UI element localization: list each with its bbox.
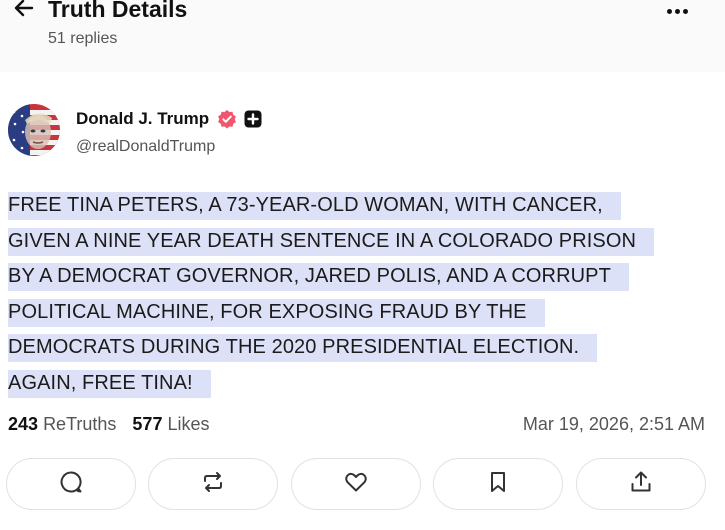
bookmark-icon bbox=[485, 469, 511, 500]
retruth-button[interactable] bbox=[148, 458, 278, 510]
plus-badge-icon bbox=[244, 110, 262, 128]
post-line: GIVEN A NINE YEAR DEATH SENTENCE IN A CO… bbox=[8, 224, 720, 260]
retruths-stat[interactable]: 243 ReTruths bbox=[8, 414, 116, 434]
bookmark-button[interactable] bbox=[433, 458, 563, 510]
share-upload-icon bbox=[628, 469, 654, 500]
author-name[interactable]: Donald J. Trump bbox=[76, 108, 209, 130]
post-text: FREE TINA PETERS, A 73-YEAR-OLD WOMAN, W… bbox=[8, 188, 720, 401]
reply-button[interactable] bbox=[6, 458, 136, 510]
post-line: POLITICAL MACHINE, FOR EXPOSING FRAUD BY… bbox=[8, 295, 720, 331]
heart-icon bbox=[343, 469, 369, 500]
retruths-count: 243 bbox=[8, 414, 39, 434]
author-handle[interactable]: @realDonaldTrump bbox=[76, 136, 215, 158]
engagement-stats: 243 ReTruths 577 Likes bbox=[8, 412, 210, 436]
post-line: FREE TINA PETERS, A 73-YEAR-OLD WOMAN, W… bbox=[8, 188, 720, 224]
reply-bubble-icon bbox=[58, 469, 84, 500]
likes-count: 577 bbox=[132, 414, 163, 434]
share-button[interactable] bbox=[576, 458, 706, 510]
post-timestamp: Mar 19, 2026, 2:51 AM bbox=[522, 414, 705, 434]
page-title: Truth Details bbox=[48, 0, 188, 22]
repost-icon bbox=[200, 469, 226, 500]
likes-label: Likes bbox=[167, 414, 210, 434]
like-button[interactable] bbox=[291, 458, 421, 510]
header-bar: Truth Details 51 replies bbox=[0, 0, 725, 72]
more-horizontal-icon[interactable] bbox=[660, 0, 694, 22]
avatar[interactable] bbox=[8, 104, 60, 156]
likes-stat[interactable]: 577 Likes bbox=[132, 414, 209, 434]
post-line: BY A DEMOCRAT GOVERNOR, JARED POLIS, AND… bbox=[8, 259, 720, 295]
post-line: AGAIN, FREE TINA! bbox=[8, 366, 720, 402]
truth-details-page: Truth Details 51 replies Donald J. Trump… bbox=[0, 0, 725, 530]
replies-count: 51 replies bbox=[48, 30, 118, 47]
verified-badge-icon bbox=[217, 109, 237, 129]
retruths-label: ReTruths bbox=[43, 414, 117, 434]
arrow-left-icon[interactable] bbox=[10, 0, 38, 22]
flag-portrait-avatar bbox=[8, 104, 60, 156]
post-line: DEMOCRATS DURING THE 2020 PRESIDENTIAL E… bbox=[8, 330, 720, 366]
